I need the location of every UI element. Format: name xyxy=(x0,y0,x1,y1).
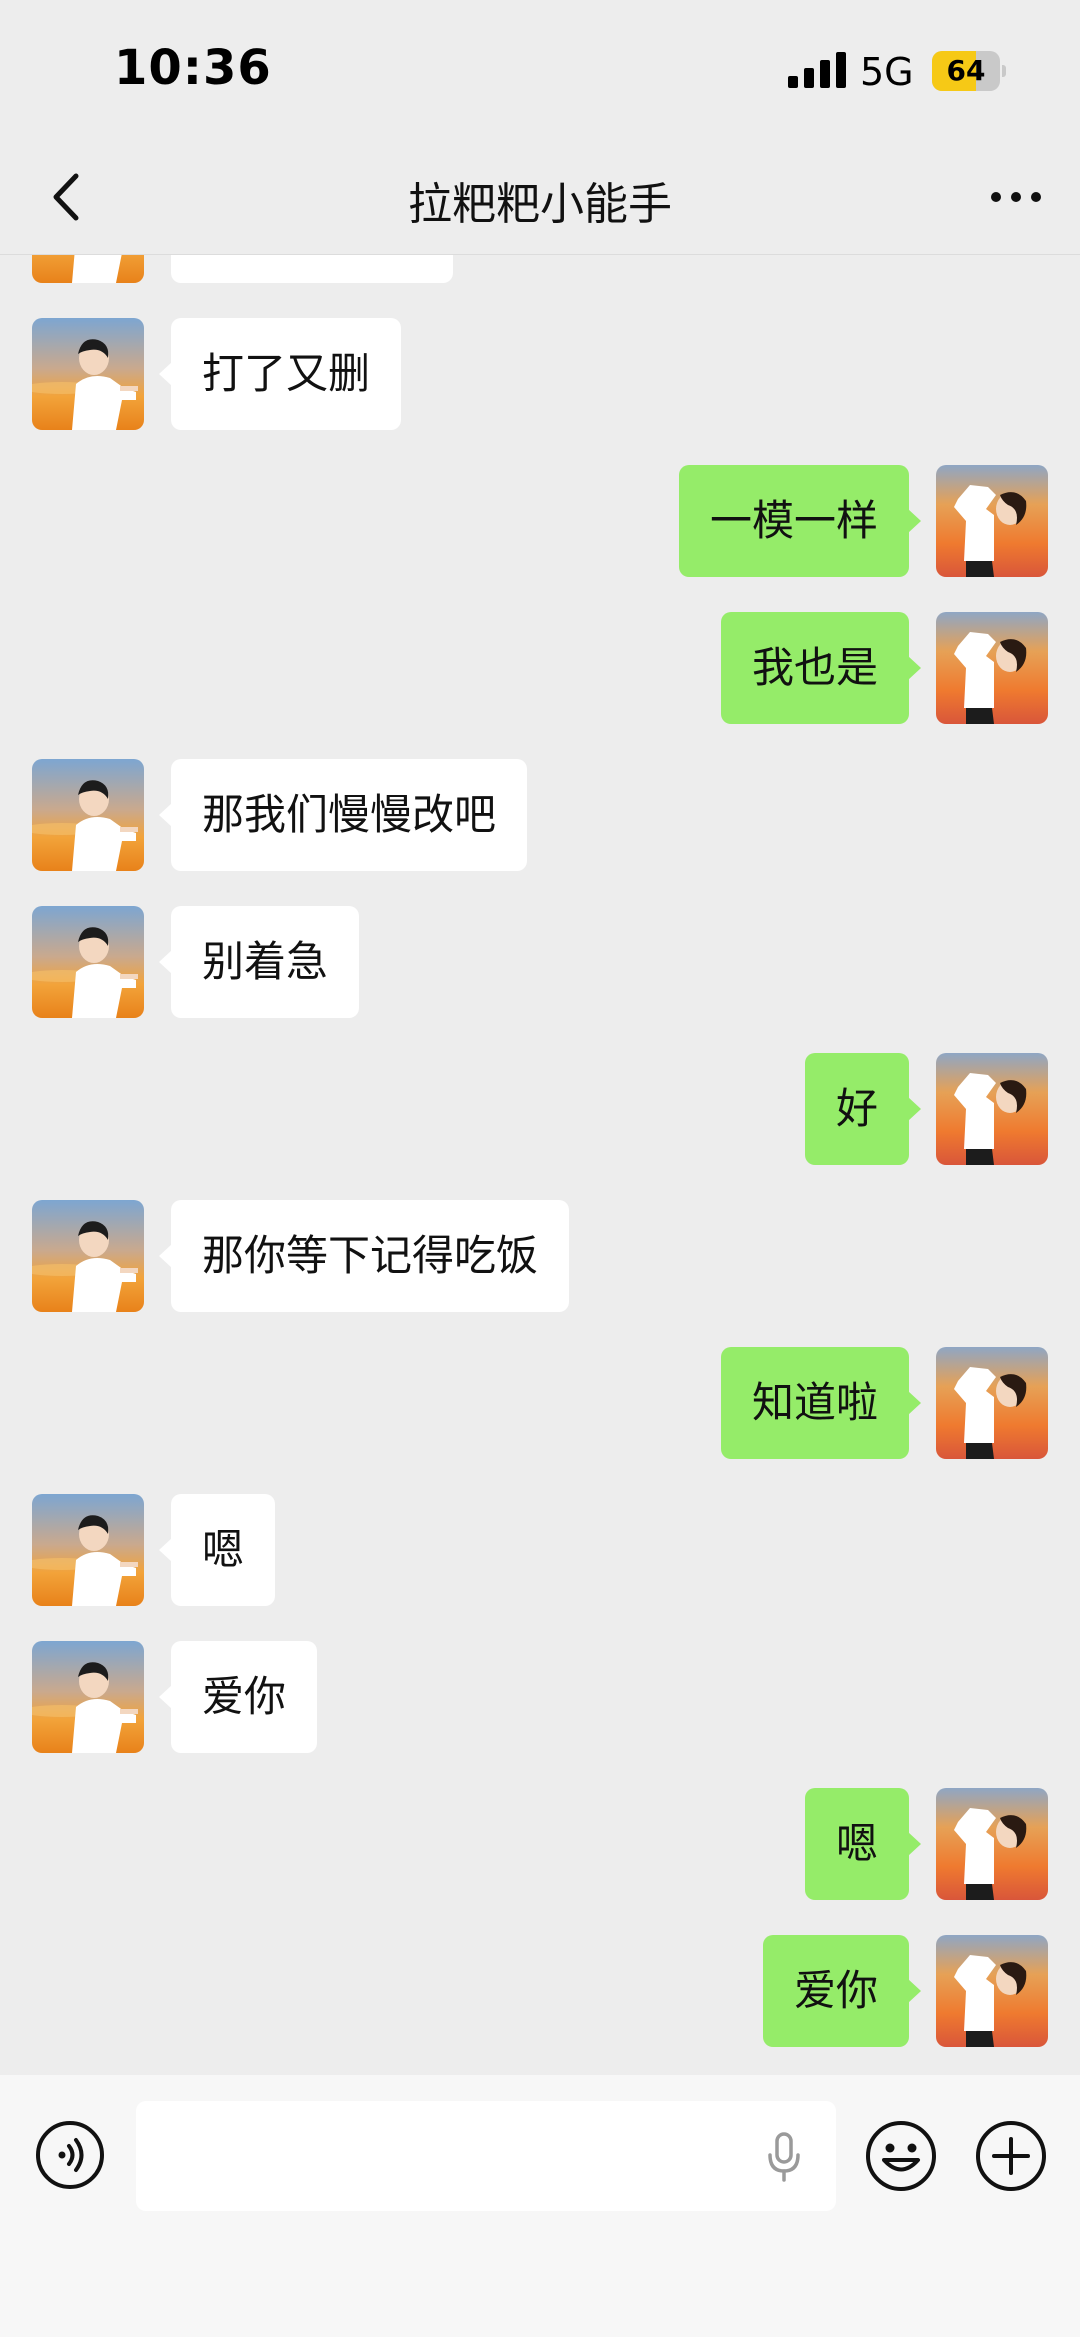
message-bubble[interactable]: 一模一样 xyxy=(678,465,922,577)
message-bubble[interactable]: 好 xyxy=(804,1053,922,1165)
message-row-outgoing: 好 xyxy=(0,1053,1080,1165)
message-row-incoming: 那我们慢慢改吧 xyxy=(0,759,1080,871)
message-bubble[interactable]: 爱你 xyxy=(762,1935,922,2047)
more-options-button[interactable] xyxy=(984,162,1048,232)
message-bubble[interactable]: 别着急 xyxy=(158,906,360,1018)
my-avatar[interactable] xyxy=(936,612,1048,724)
emoji-icon xyxy=(866,2121,936,2191)
input-bar xyxy=(0,2075,1080,2337)
message-row-incoming: 别着急 xyxy=(0,906,1080,1018)
network-type: 5G xyxy=(860,50,914,94)
contact-avatar[interactable] xyxy=(32,318,144,430)
chat-title: 拉粑粑小能手 xyxy=(408,179,672,230)
my-avatar[interactable] xyxy=(936,465,1048,577)
voice-input-button[interactable] xyxy=(34,2119,106,2191)
chevron-left-icon xyxy=(53,173,79,221)
microphone-icon[interactable] xyxy=(764,2131,804,2183)
message-bubble[interactable]: 爱你 xyxy=(158,1641,318,1753)
message-bubble[interactable]: 嗯 xyxy=(804,1788,922,1900)
status-time: 10:36 xyxy=(114,40,272,96)
message-bubble[interactable]: 知道啦 xyxy=(720,1347,922,1459)
voice-input-icon xyxy=(36,2121,104,2189)
contact-avatar[interactable] xyxy=(32,759,144,871)
message-row-outgoing: 爱你 xyxy=(0,1935,1080,2047)
message-row-outgoing: 知道啦 xyxy=(0,1347,1080,1459)
message-row-incoming: 打了又删 xyxy=(0,318,1080,430)
my-avatar[interactable] xyxy=(936,1053,1048,1165)
contact-avatar[interactable] xyxy=(32,1641,144,1753)
message-bubble[interactable]: 嗯 xyxy=(158,1494,276,1606)
signal-bars-icon xyxy=(788,52,846,88)
my-avatar[interactable] xyxy=(936,1347,1048,1459)
contact-avatar[interactable] xyxy=(32,906,144,1018)
more-functions-button[interactable] xyxy=(974,2119,1048,2193)
message-input[interactable] xyxy=(136,2101,836,2211)
contact-avatar[interactable] xyxy=(32,1494,144,1606)
message-bubble[interactable]: 那你等下记得吃饭 xyxy=(158,1200,570,1312)
emoji-button[interactable] xyxy=(864,2119,938,2193)
contact-avatar[interactable] xyxy=(32,255,144,283)
more-dots-icon xyxy=(991,192,1041,202)
message-row-outgoing: 嗯 xyxy=(0,1788,1080,1900)
plus-icon xyxy=(976,2121,1046,2191)
chat-header: 拉粑粑小能手 xyxy=(0,140,1080,255)
message-list[interactable]: 打了又删 一模一样 我也是 那我们慢慢改吧 别着急好那你等下记得吃饭 知道啦嗯爱你嗯爱你 xyxy=(0,255,1080,2075)
message-row-incoming: 爱你 xyxy=(0,1641,1080,1753)
message-bubble[interactable]: 我也是 xyxy=(720,612,922,724)
message-row-incoming: 那你等下记得吃饭 xyxy=(0,1200,1080,1312)
my-avatar[interactable] xyxy=(936,1788,1048,1900)
message-row-incoming: 嗯 xyxy=(0,1494,1080,1606)
battery-level: 64 xyxy=(946,54,986,87)
contact-avatar[interactable] xyxy=(32,1200,144,1312)
status-bar: 10:36 5G 64 xyxy=(0,0,1080,140)
battery-indicator: 64 xyxy=(932,51,1006,91)
message-bubble[interactable]: 打了又删 xyxy=(158,318,402,430)
back-button[interactable] xyxy=(36,162,100,232)
message-bubble[interactable]: 那我们慢慢改吧 xyxy=(158,759,528,871)
message-row-outgoing: 一模一样 xyxy=(0,465,1080,577)
my-avatar[interactable] xyxy=(936,1935,1048,2047)
message-row-outgoing: 我也是 xyxy=(0,612,1080,724)
message-bubble-partial[interactable] xyxy=(171,255,453,283)
